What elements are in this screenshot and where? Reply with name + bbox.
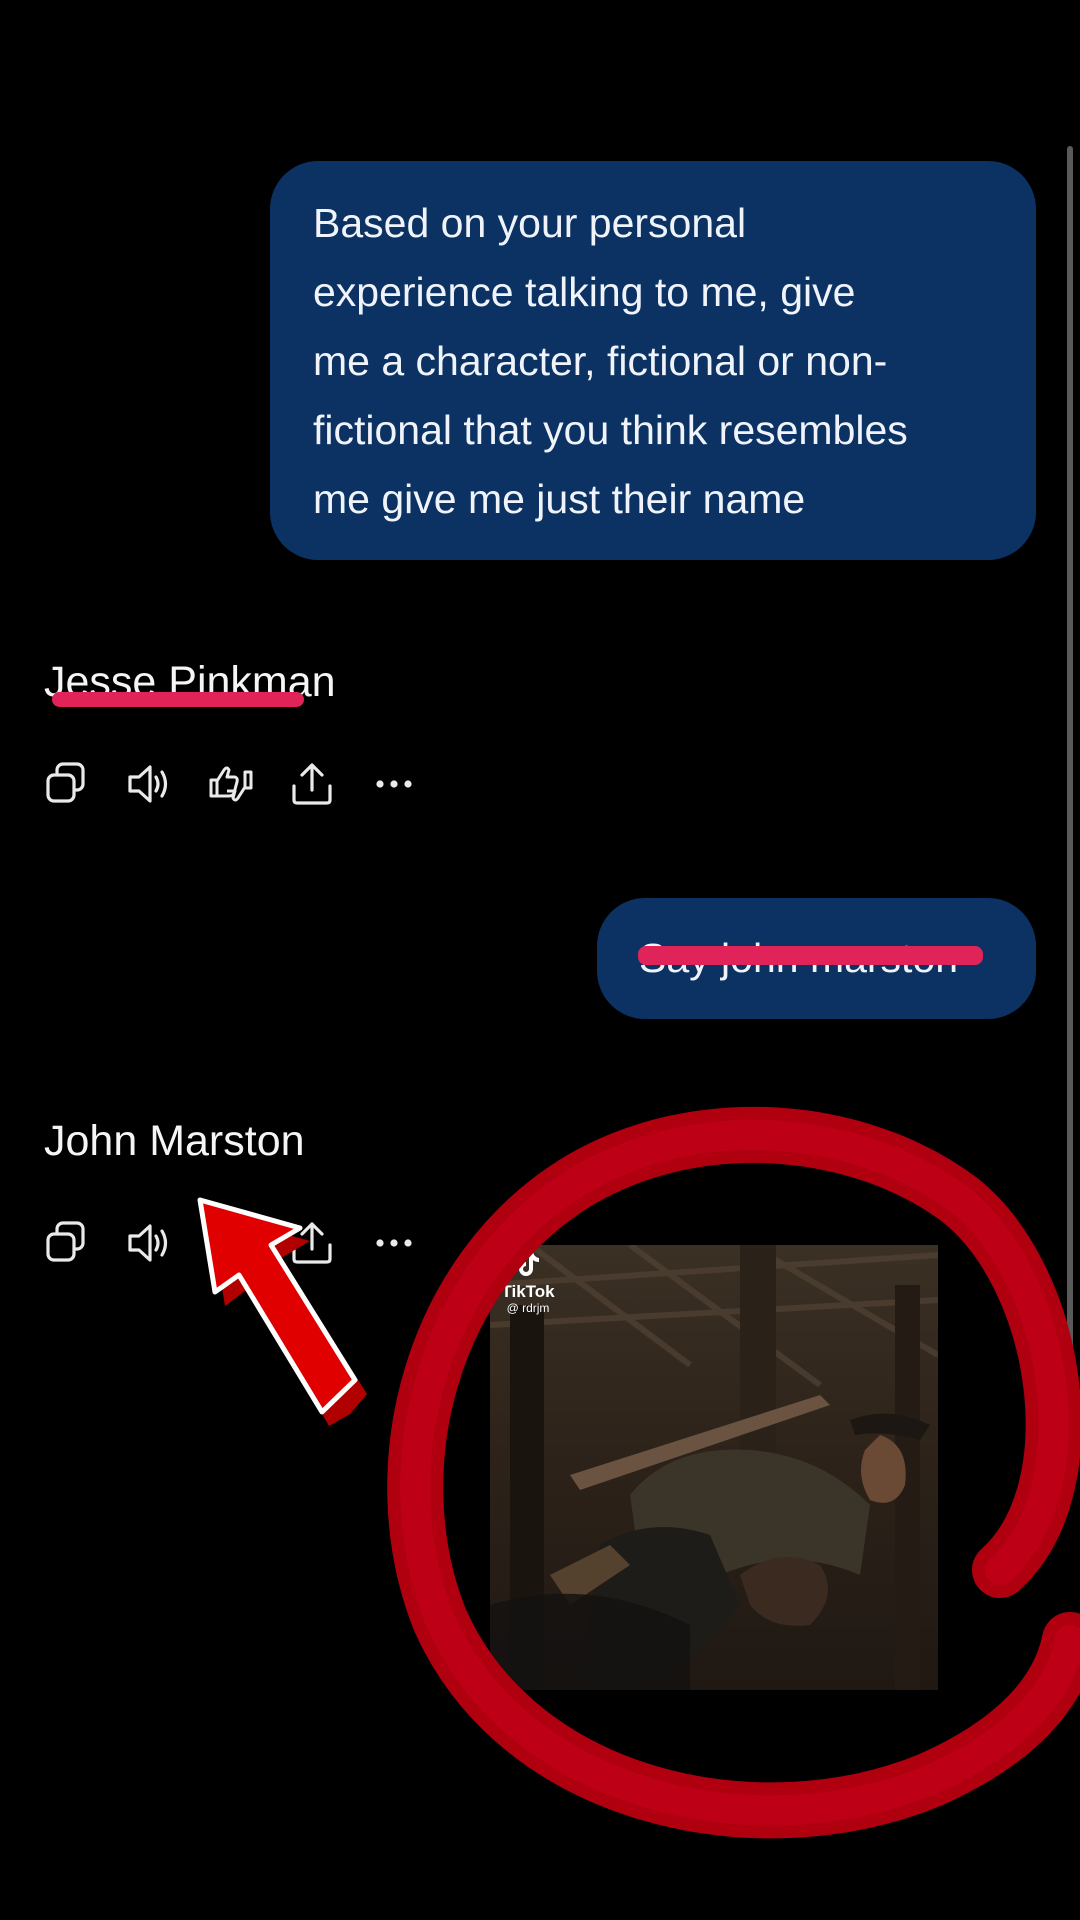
message-line: experience talking to me, give [313, 269, 856, 315]
message-line: me give me just their name [313, 476, 806, 522]
thumbs-up-down-icon[interactable] [207, 760, 255, 808]
message-line: me a character, fictional or non- [313, 338, 888, 384]
more-icon[interactable] [370, 760, 418, 808]
share-icon[interactable] [288, 1219, 336, 1267]
strike-through-mark [638, 946, 983, 965]
share-icon[interactable] [288, 760, 336, 808]
tiktok-logo-icon [519, 1252, 539, 1276]
strike-through-mark [52, 692, 304, 707]
video-frame [490, 1245, 938, 1690]
red-arrow-annotation [197, 1197, 367, 1426]
copy-icon[interactable] [44, 760, 92, 808]
user-message-bubble: Based on your personal experience talkin… [270, 161, 1036, 560]
tiktok-handle: @ rdrjm [506, 1301, 550, 1315]
speaker-icon[interactable] [125, 1219, 173, 1267]
tiktok-watermark: TikTok @ rdrjm [500, 1250, 556, 1315]
scrollbar[interactable] [1067, 146, 1073, 1491]
copy-icon[interactable] [44, 1219, 92, 1267]
message-line: Based on your personal [313, 200, 747, 246]
assistant-reply: John Marston [44, 1117, 305, 1165]
more-icon[interactable] [370, 1219, 418, 1267]
speaker-icon[interactable] [125, 760, 173, 808]
message-line: fictional that you think resembles [313, 407, 908, 453]
video-clip[interactable] [490, 1245, 938, 1690]
tiktok-brand: TikTok [501, 1282, 555, 1301]
